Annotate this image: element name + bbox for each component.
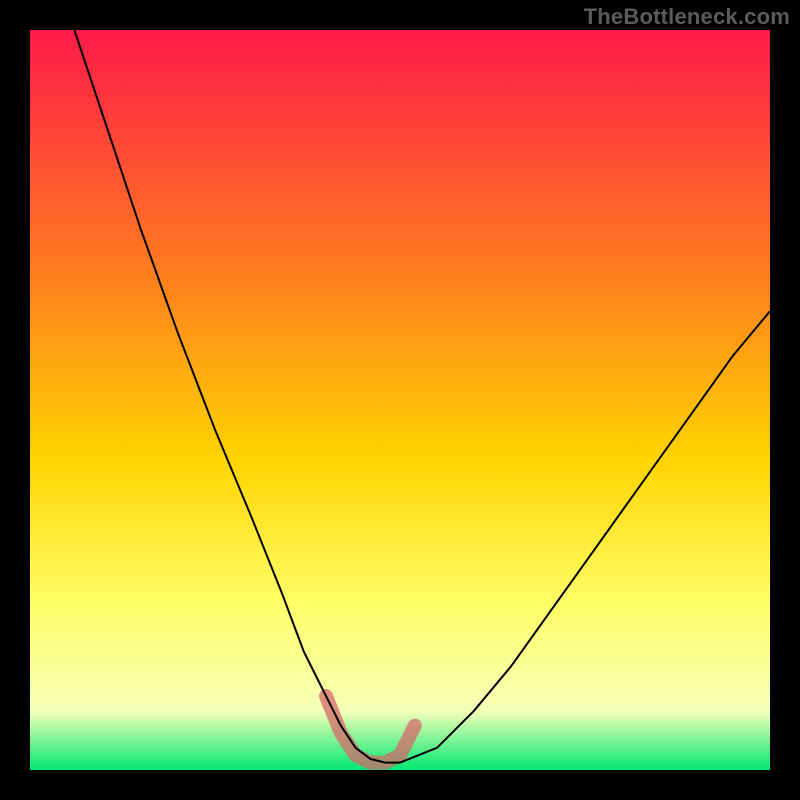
chart-frame: TheBottleneck.com [0,0,800,800]
chart-svg [30,30,770,770]
watermark-text: TheBottleneck.com [584,4,790,30]
gradient-background [30,30,770,770]
plot-area [30,30,770,770]
